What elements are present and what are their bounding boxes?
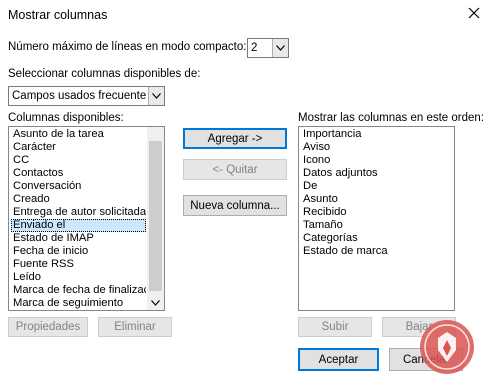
shown-column-item[interactable]: Importancia [301, 128, 452, 141]
shown-columns-list[interactable]: Importancia Aviso Icono Datos adjuntos De Asu… [298, 126, 455, 311]
new-column-button[interactable]: Nueva columna... [183, 195, 287, 216]
close-button[interactable] [462, 2, 486, 26]
chevron-down-icon[interactable] [272, 39, 288, 57]
close-icon [468, 7, 480, 22]
scrollbar-thumb[interactable] [149, 141, 162, 291]
available-source-value: Campos usados frecuente [12, 90, 147, 102]
available-column-item[interactable]: Contactos [11, 167, 146, 180]
remove-column-button[interactable]: <- Quitar [183, 159, 287, 180]
available-column-item[interactable]: Marca de fecha de finalizac [11, 284, 146, 297]
available-source-label: Seleccionar columnas disponibles de: [8, 68, 201, 80]
available-column-item[interactable]: Marca de seguimiento [11, 297, 146, 310]
chevron-down-icon[interactable] [148, 87, 164, 105]
accept-button[interactable]: Aceptar [298, 348, 379, 371]
compact-lines-label: Número máximo de líneas en modo compacto… [8, 41, 247, 53]
available-column-item[interactable]: CC [11, 154, 146, 167]
available-column-item[interactable]: Conversación [11, 180, 146, 193]
add-column-button[interactable]: Agregar -> [183, 128, 287, 149]
site-logo [418, 318, 476, 376]
available-source-select[interactable]: Campos usados frecuente [8, 86, 165, 106]
available-column-item[interactable]: Enviado el [11, 219, 146, 232]
shown-column-item[interactable]: Tamaño [301, 219, 452, 232]
compact-lines-value: 2 [251, 42, 258, 54]
shown-column-item[interactable]: Recibido [301, 206, 452, 219]
shown-column-item[interactable]: Icono [301, 154, 452, 167]
available-columns-list[interactable]: Asunto de la tarea Carácter CC Contactos Con… [8, 126, 165, 311]
show-columns-dialog: Mostrar columnas Número máximo de líneas… [0, 0, 490, 379]
shown-column-item[interactable]: Estado de marca [301, 245, 452, 258]
available-column-item[interactable]: Asunto de la tarea [11, 128, 146, 141]
available-column-item[interactable]: Leído [11, 271, 146, 284]
shown-column-item[interactable]: De [301, 180, 452, 193]
shown-column-item[interactable]: Categorías [301, 232, 452, 245]
available-column-item[interactable]: Entrega de autor solicitada [11, 206, 146, 219]
scroll-up-button[interactable] [147, 127, 164, 141]
shown-column-item[interactable]: Datos adjuntos [301, 167, 452, 180]
shown-columns-label: Mostrar las columnas en este orden: [298, 112, 485, 124]
shown-column-item[interactable]: Aviso [301, 141, 452, 154]
available-column-item[interactable]: Fuente RSS [11, 258, 146, 271]
delete-button[interactable]: Eliminar [98, 317, 172, 337]
available-column-item[interactable]: Fecha de inicio [11, 245, 146, 258]
shown-column-item[interactable]: Asunto [301, 193, 452, 206]
available-column-item[interactable]: Creado [11, 193, 146, 206]
dialog-title: Mostrar columnas [8, 8, 108, 22]
available-column-item[interactable]: Estado de IMAP [11, 232, 146, 245]
scroll-down-arrow-icon [151, 297, 160, 309]
properties-button[interactable]: Propiedades [8, 317, 88, 337]
compact-lines-select[interactable]: 2 [247, 38, 289, 58]
scroll-down-button[interactable] [147, 296, 164, 310]
available-columns-scrollbar[interactable] [147, 127, 164, 310]
available-columns-label: Columnas disponibles: [8, 112, 124, 124]
move-up-button[interactable]: Subir [298, 317, 372, 337]
available-column-item[interactable]: Carácter [11, 141, 146, 154]
